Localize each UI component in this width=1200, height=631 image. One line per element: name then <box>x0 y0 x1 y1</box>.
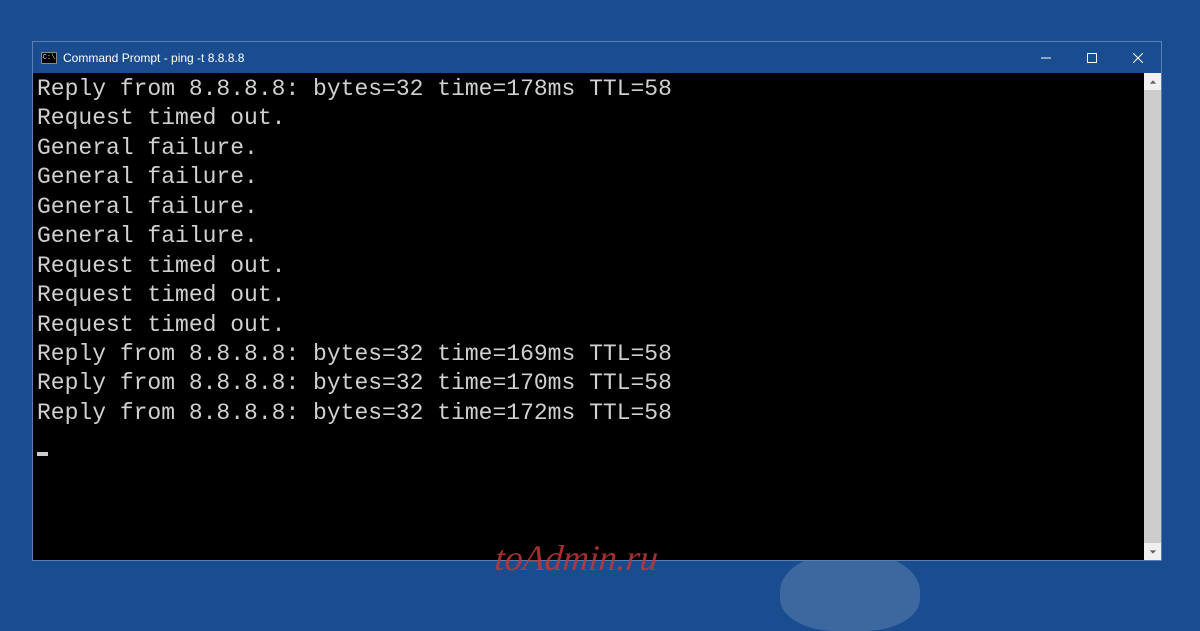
console-line: Reply from 8.8.8.8: bytes=32 time=169ms … <box>37 340 1140 369</box>
maximize-button[interactable] <box>1069 42 1115 73</box>
console-line: Request timed out. <box>37 311 1140 340</box>
console-line: Reply from 8.8.8.8: bytes=32 time=172ms … <box>37 399 1140 428</box>
console-line: General failure. <box>37 163 1140 192</box>
cursor <box>37 452 48 456</box>
close-icon <box>1133 53 1143 63</box>
console-area: Reply from 8.8.8.8: bytes=32 time=178ms … <box>33 73 1161 560</box>
command-prompt-window: C:\ Command Prompt - ping -t 8.8.8.8 Rep… <box>32 41 1162 561</box>
window-controls <box>1023 42 1161 73</box>
console-line: General failure. <box>37 222 1140 251</box>
console-line: Request timed out. <box>37 281 1140 310</box>
scroll-thumb[interactable] <box>1144 90 1161 543</box>
console-line: Reply from 8.8.8.8: bytes=32 time=170ms … <box>37 369 1140 398</box>
cmd-icon: C:\ <box>41 52 57 64</box>
scroll-up-button[interactable] <box>1144 73 1161 90</box>
scroll-track[interactable] <box>1144 90 1161 543</box>
chevron-up-icon <box>1149 78 1157 86</box>
console-cursor-line <box>37 428 1140 457</box>
close-button[interactable] <box>1115 42 1161 73</box>
window-titlebar[interactable]: C:\ Command Prompt - ping -t 8.8.8.8 <box>33 42 1161 73</box>
console-line: Request timed out. <box>37 104 1140 133</box>
console-output[interactable]: Reply from 8.8.8.8: bytes=32 time=178ms … <box>33 73 1144 560</box>
console-line: Reply from 8.8.8.8: bytes=32 time=178ms … <box>37 75 1140 104</box>
minimize-icon <box>1041 53 1051 63</box>
vertical-scrollbar[interactable] <box>1144 73 1161 560</box>
console-line: General failure. <box>37 134 1140 163</box>
background-decoration <box>780 551 920 631</box>
scroll-down-button[interactable] <box>1144 543 1161 560</box>
maximize-icon <box>1087 53 1097 63</box>
chevron-down-icon <box>1149 548 1157 556</box>
console-line: General failure. <box>37 193 1140 222</box>
console-line: Request timed out. <box>37 252 1140 281</box>
minimize-button[interactable] <box>1023 42 1069 73</box>
window-title: Command Prompt - ping -t 8.8.8.8 <box>63 51 1023 65</box>
